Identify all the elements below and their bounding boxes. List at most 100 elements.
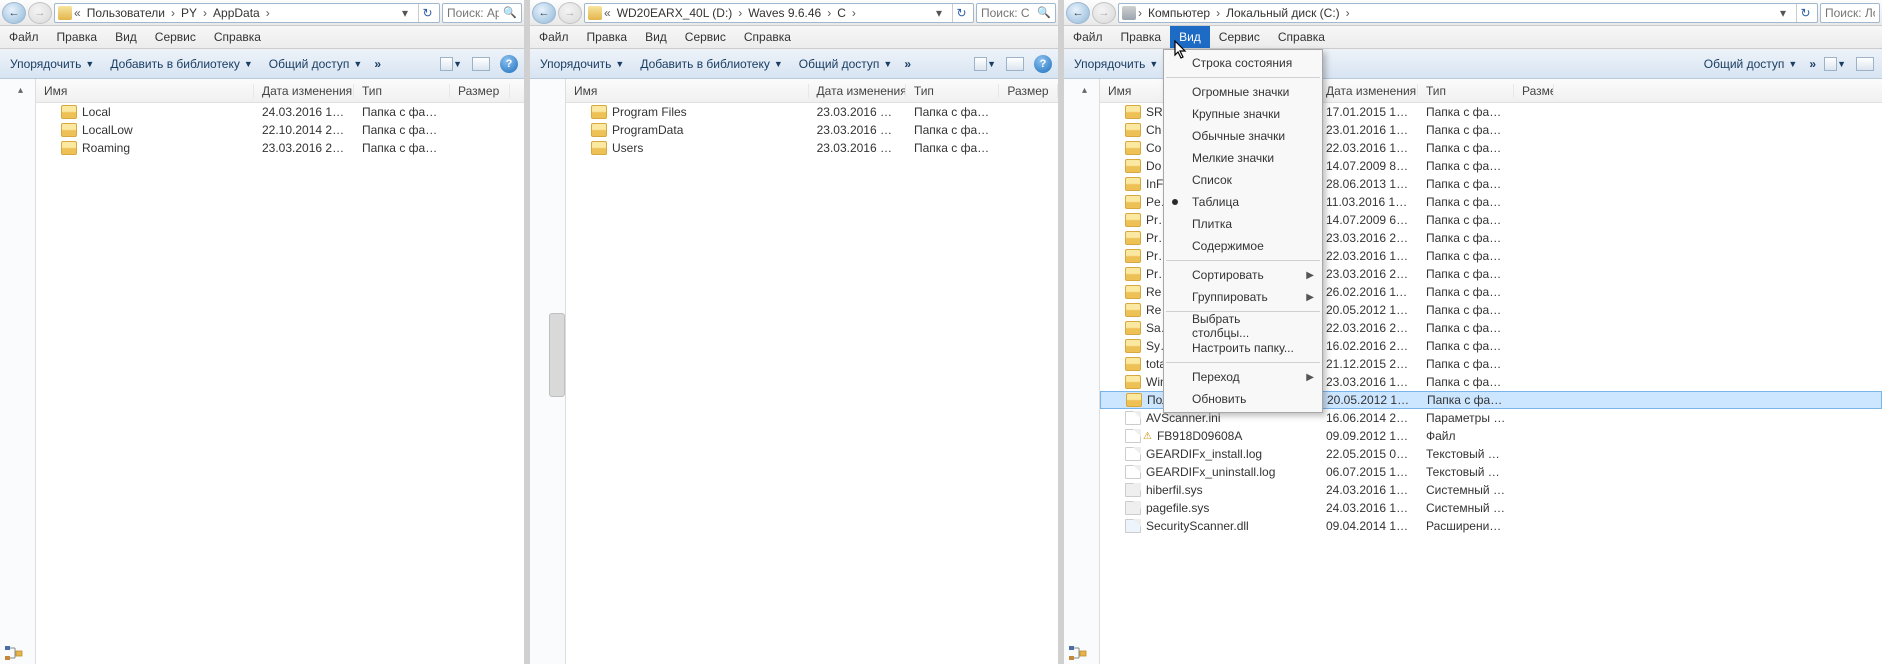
organize-button[interactable]: Упорядочить▼	[536, 55, 628, 73]
nav-pane-collapsed[interactable]: ▴	[0, 79, 36, 664]
list-row[interactable]: pagefile.sys24.03.2016 15:49Системный фа…	[1100, 499, 1882, 517]
menu-edit[interactable]: Правка	[1112, 26, 1171, 48]
menu-item-normal-icons[interactable]: Обычные значки	[1164, 125, 1322, 147]
col-type[interactable]: Тип	[1418, 84, 1514, 98]
menu-item-group[interactable]: Группировать▶	[1164, 286, 1322, 308]
menu-item-table[interactable]: Таблица	[1164, 191, 1322, 213]
crumb[interactable]: WD20EARX_40L (D:)	[613, 6, 737, 20]
list-row[interactable]: Local24.03.2016 15:51Папка с файлами	[36, 103, 524, 121]
search-input[interactable]	[981, 6, 1033, 20]
overflow-icon[interactable]: »	[1809, 57, 1816, 71]
menu-service[interactable]: Сервис	[676, 26, 735, 48]
crumb[interactable]: PY	[177, 6, 201, 20]
col-name[interactable]: Имя	[566, 84, 809, 98]
col-type[interactable]: Тип	[906, 84, 999, 98]
breadcrumb[interactable]: « Пользователи› PY› AppData› ▾↻	[54, 3, 440, 23]
view-mode-button[interactable]: ▼	[440, 53, 462, 75]
col-name[interactable]: Имя	[36, 84, 254, 98]
menu-view[interactable]: Вид	[636, 26, 676, 48]
refresh-icon[interactable]: ↻	[418, 4, 436, 22]
menu-help[interactable]: Справка	[205, 26, 270, 48]
menu-item-choose-columns[interactable]: Выбрать столбцы...	[1164, 315, 1322, 337]
menu-help[interactable]: Справка	[735, 26, 800, 48]
view-mode-button[interactable]: ▼	[974, 53, 996, 75]
list-row[interactable]: GEARDIFx_install.log22.05.2015 0:11Текст…	[1100, 445, 1882, 463]
column-headers[interactable]: Имя Дата изменения Тип Размер	[36, 79, 524, 103]
nav-pane-collapsed[interactable]: ▴	[1064, 79, 1100, 664]
back-button[interactable]: ←	[532, 2, 556, 24]
col-type[interactable]: Тип	[354, 84, 450, 98]
back-button[interactable]: ←	[2, 2, 26, 24]
menu-item-large-icons[interactable]: Крупные значки	[1164, 103, 1322, 125]
menu-item-tile[interactable]: Плитка	[1164, 213, 1322, 235]
menu-file[interactable]: Файл	[1064, 26, 1112, 48]
crumb[interactable]: Waves 9.6.46	[744, 6, 825, 20]
organize-button[interactable]: Упорядочить▼	[1070, 55, 1162, 73]
list-row[interactable]: GEARDIFx_uninstall.log06.07.2015 19:26Те…	[1100, 463, 1882, 481]
menu-item-small-icons[interactable]: Мелкие значки	[1164, 147, 1322, 169]
shared-button[interactable]: Общий доступ▼	[795, 55, 897, 73]
forward-button[interactable]: →	[1092, 2, 1116, 24]
col-size[interactable]: Размер	[1514, 84, 1554, 98]
list-row[interactable]: LocalLow22.10.2014 21:25Папка с файлами	[36, 121, 524, 139]
col-date[interactable]: Дата изменения	[1318, 84, 1418, 98]
search-input[interactable]	[1825, 6, 1875, 20]
help-button[interactable]: ?	[500, 55, 518, 73]
menu-item-content[interactable]: Содержимое	[1164, 235, 1322, 257]
scrollbar-thumb[interactable]	[549, 313, 565, 397]
shared-button[interactable]: Общий доступ▼	[265, 55, 367, 73]
col-size[interactable]: Размер	[450, 84, 510, 98]
menu-help[interactable]: Справка	[1269, 26, 1334, 48]
list-row[interactable]: ProgramData23.03.2016 22:20Папка с файла…	[566, 121, 1058, 139]
menu-item-huge-icons[interactable]: Огромные значки	[1164, 81, 1322, 103]
list-row[interactable]: SecurityScanner.dll09.04.2014 16:13Расши…	[1100, 517, 1882, 535]
col-date[interactable]: Дата изменения	[809, 84, 906, 98]
column-headers[interactable]: Имя Дата изменения Тип Размер	[566, 79, 1058, 103]
organize-button[interactable]: Упорядочить▼	[6, 55, 98, 73]
breadcrumb[interactable]: « WD20EARX_40L (D:)› Waves 9.6.46› C› ▾↻	[584, 3, 974, 23]
crumb[interactable]: Пользователи	[83, 6, 169, 20]
search-icon[interactable]: 🔍	[1037, 6, 1051, 19]
view-mode-button[interactable]: ▼	[1824, 53, 1846, 75]
search-icon[interactable]: 🔍	[503, 6, 517, 19]
search-box[interactable]: 🔍	[976, 3, 1056, 23]
menu-item-list[interactable]: Список	[1164, 169, 1322, 191]
search-box[interactable]: 🔍	[442, 3, 522, 23]
menu-item-customize-folder[interactable]: Настроить папку...	[1164, 337, 1322, 359]
search-box[interactable]	[1820, 3, 1880, 23]
col-size[interactable]: Размер	[999, 84, 1058, 98]
refresh-icon[interactable]: ↻	[1796, 4, 1814, 22]
menu-item-go[interactable]: Переход▶	[1164, 366, 1322, 388]
menu-edit[interactable]: Правка	[48, 26, 107, 48]
overflow-icon[interactable]: »	[904, 57, 911, 71]
menu-service[interactable]: Сервис	[146, 26, 205, 48]
file-list[interactable]: Имя Дата изменения Тип Размер Local24.03…	[36, 79, 524, 664]
add-library-button[interactable]: Добавить в библиотеку▼	[106, 55, 256, 73]
help-button[interactable]: ?	[1034, 55, 1052, 73]
shared-button[interactable]: Общий доступ▼	[1700, 55, 1802, 73]
file-list[interactable]: Имя Дата изменения Тип Размер Program Fi…	[566, 79, 1058, 664]
forward-button[interactable]: →	[28, 2, 52, 24]
preview-pane-button[interactable]	[1854, 53, 1876, 75]
menu-view[interactable]: Вид	[106, 26, 146, 48]
search-input[interactable]	[447, 6, 499, 20]
preview-pane-button[interactable]	[470, 53, 492, 75]
menu-file[interactable]: Файл	[530, 26, 578, 48]
back-button[interactable]: ←	[1066, 2, 1090, 24]
refresh-icon[interactable]: ↻	[952, 4, 970, 22]
list-row[interactable]: ⚠FB918D09608A09.09.2012 19:31Файл	[1100, 427, 1882, 445]
menu-item-refresh[interactable]: Обновить	[1164, 388, 1322, 410]
add-library-button[interactable]: Добавить в библиотеку▼	[636, 55, 786, 73]
menu-item-sort[interactable]: Сортировать▶	[1164, 264, 1322, 286]
forward-button[interactable]: →	[558, 2, 582, 24]
list-row[interactable]: Roaming23.03.2016 22:24Папка с файлами	[36, 139, 524, 157]
nav-pane-collapsed[interactable]	[530, 79, 566, 664]
list-row[interactable]: Program Files23.03.2016 22:18Папка с фай…	[566, 103, 1058, 121]
menu-file[interactable]: Файл	[0, 26, 48, 48]
menu-edit[interactable]: Правка	[578, 26, 637, 48]
crumb[interactable]: Локальный диск (C:)	[1222, 6, 1344, 20]
preview-pane-button[interactable]	[1004, 53, 1026, 75]
list-row[interactable]: hiberfil.sys24.03.2016 15:49Системный фа…	[1100, 481, 1882, 499]
breadcrumb[interactable]: › Компьютер› Локальный диск (C:)› ▾↻	[1118, 3, 1818, 23]
crumb[interactable]: Компьютер	[1144, 6, 1214, 20]
